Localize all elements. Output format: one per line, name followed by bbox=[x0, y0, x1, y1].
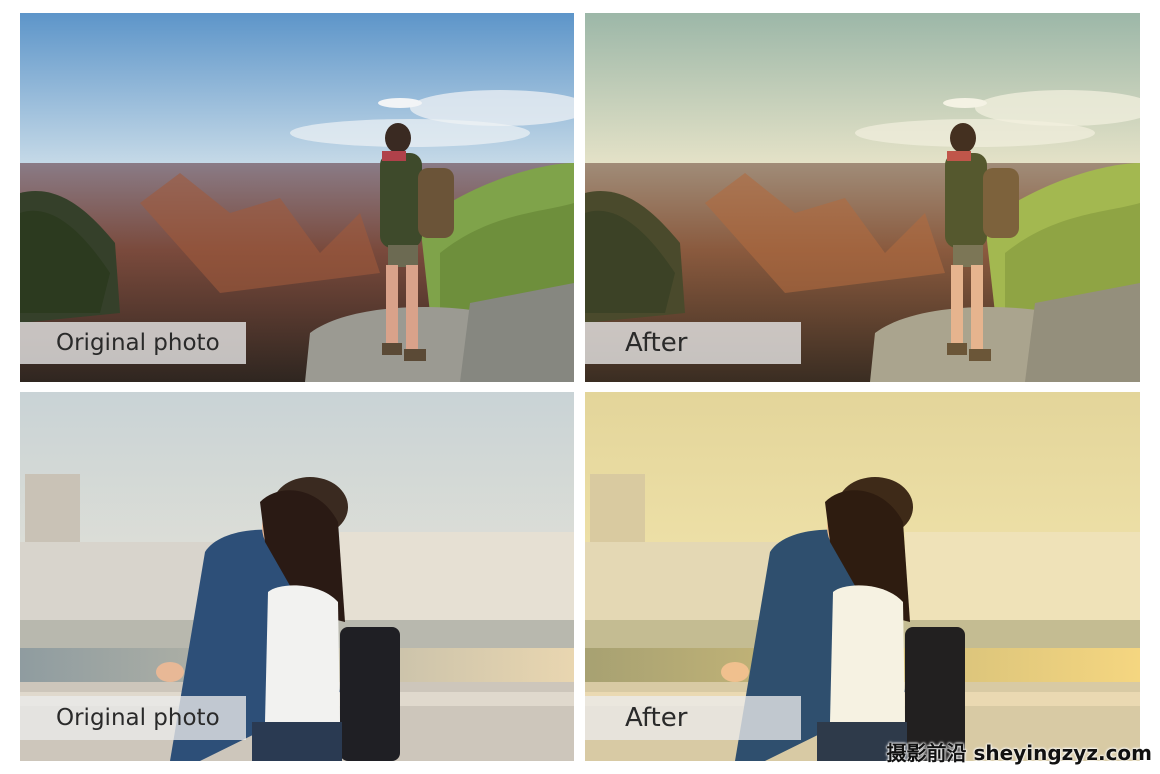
photo-canyon-after: After bbox=[585, 13, 1140, 382]
photo-label: Original photo bbox=[20, 696, 246, 740]
photo-label: After bbox=[585, 696, 801, 740]
photo-label: Original photo bbox=[20, 322, 246, 364]
watermark: 摄影前沿 sheyingzyz.com bbox=[886, 741, 1152, 765]
photo-label: After bbox=[585, 322, 801, 364]
photo-label-text: After bbox=[625, 328, 688, 358]
photo-label-text: After bbox=[625, 703, 688, 733]
photo-canyon-original: Original photo bbox=[20, 13, 574, 382]
photo-couple-original: Original photo bbox=[20, 392, 574, 761]
photo-label-text: Original photo bbox=[56, 705, 220, 731]
photo-label-text: Original photo bbox=[56, 330, 220, 356]
photo-couple-after: After bbox=[585, 392, 1140, 761]
